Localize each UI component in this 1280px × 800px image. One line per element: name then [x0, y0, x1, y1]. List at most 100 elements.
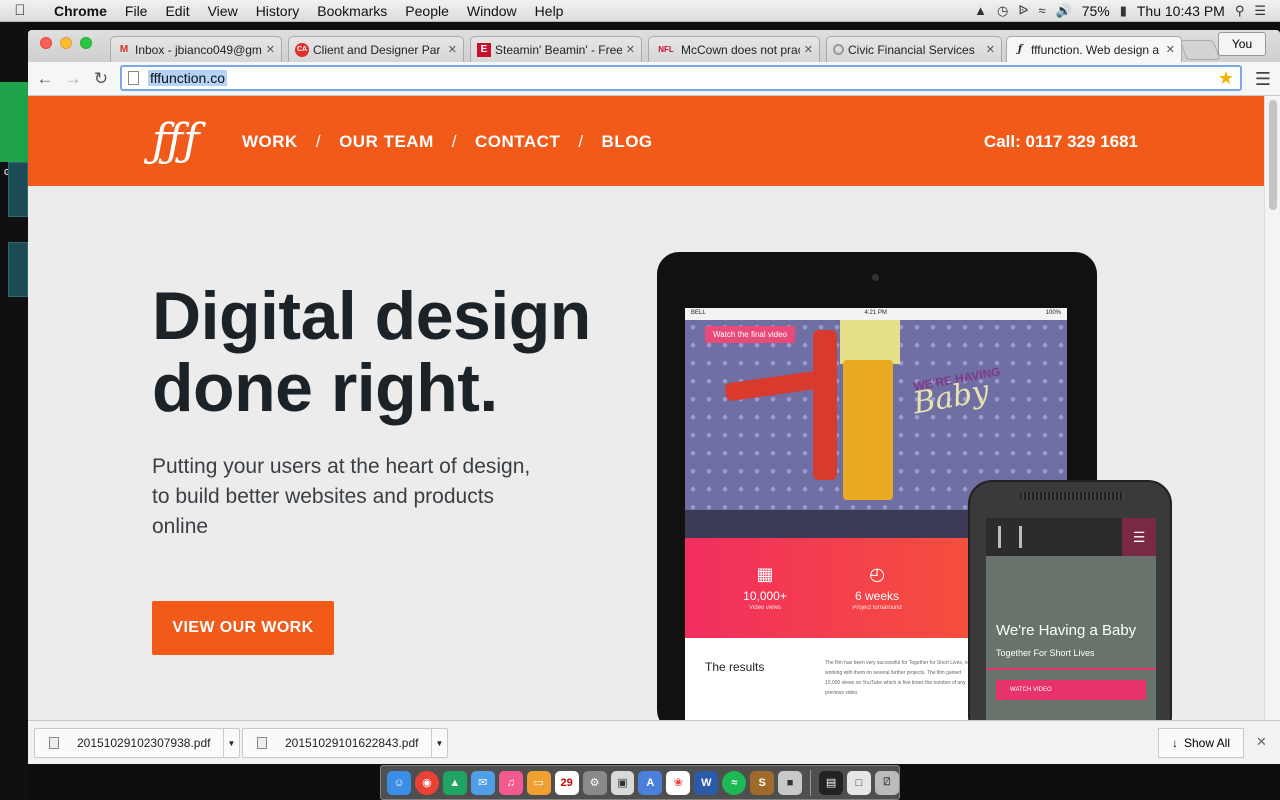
- image-capture-icon[interactable]: ■: [778, 770, 803, 795]
- tab-nfl[interactable]: NFL McCown does not pract ✕: [648, 36, 820, 62]
- browser-toolbar: ← → ↻ fffunction.co ★ ☰: [28, 62, 1280, 96]
- menu-file[interactable]: File: [116, 3, 157, 19]
- new-tab-button[interactable]: [1179, 40, 1221, 60]
- tab-client-designer[interactable]: CA Client and Designer Par ✕: [288, 36, 464, 62]
- battery-percent[interactable]: 75%: [1082, 3, 1110, 19]
- spotlight-search-icon[interactable]: ⚲: [1235, 3, 1245, 19]
- scrollbar-thumb[interactable]: [1269, 100, 1277, 210]
- chrome-menu-icon[interactable]: ☰: [1252, 69, 1274, 89]
- download-shelf: 20151029102307938.pdf ▼ 2015102910162284…: [28, 720, 1280, 764]
- notification-center-icon[interactable]: ☰: [1254, 3, 1266, 19]
- menu-window[interactable]: Window: [458, 3, 526, 19]
- download-options-chevron-icon[interactable]: ▼: [223, 729, 239, 757]
- tab-civic-financial[interactable]: Civic Financial Services ✕: [826, 36, 1002, 62]
- wifi-icon[interactable]: ≈: [1038, 3, 1045, 18]
- nav-our-team-link[interactable]: OUR TEAM: [339, 132, 434, 152]
- terminal-window-icon[interactable]: ▤: [819, 770, 843, 795]
- close-tab-icon[interactable]: ✕: [1166, 43, 1175, 56]
- system-preferences-icon[interactable]: ⚙: [582, 770, 607, 795]
- phone-mockup: ☰ We're Having a Baby Together For Short…: [968, 480, 1172, 720]
- tab-strip: M Inbox - jbianco049@gm ✕ CA Client and …: [28, 30, 1280, 62]
- watch-final-video-tag: Watch the final video: [705, 326, 795, 343]
- itunes-icon[interactable]: ♫: [498, 770, 523, 795]
- address-url[interactable]: fffunction.co: [148, 70, 227, 86]
- fullscreen-window-button[interactable]: [80, 37, 92, 49]
- menu-app-chrome[interactable]: Chrome: [40, 3, 116, 19]
- page-icon: [128, 71, 139, 85]
- profile-button[interactable]: You: [1218, 32, 1266, 56]
- site-header: ƒƒƒ WORK / OUR TEAM / CONTACT / BLOG Cal…: [28, 96, 1264, 186]
- close-window-button[interactable]: [40, 37, 52, 49]
- gmail-icon: M: [119, 44, 129, 55]
- close-tab-icon[interactable]: ✕: [266, 43, 275, 56]
- page-scrollbar[interactable]: [1264, 96, 1280, 720]
- close-tab-icon[interactable]: ✕: [804, 43, 813, 56]
- phone-divider: [986, 668, 1156, 670]
- nav-work-link[interactable]: WORK: [242, 132, 298, 152]
- menu-edit[interactable]: Edit: [156, 3, 198, 19]
- bluetooth-icon[interactable]: ᐉ: [1018, 3, 1028, 19]
- tab-title: Inbox - jbianco049@gm: [135, 42, 262, 57]
- hero-heading-line: Digital design: [152, 278, 591, 354]
- battery-icon[interactable]: ▮: [1120, 3, 1127, 19]
- clock[interactable]: Thu 10:43 PM: [1137, 3, 1225, 19]
- bookmark-star-icon[interactable]: ★: [1218, 68, 1234, 89]
- menu-history[interactable]: History: [247, 3, 309, 19]
- apple-menu-icon[interactable]: : [0, 2, 40, 19]
- menu-people[interactable]: People: [396, 3, 458, 19]
- address-bar[interactable]: fffunction.co ★: [120, 65, 1242, 91]
- menu-bookmarks[interactable]: Bookmarks: [308, 3, 396, 19]
- tab-title: fffunction. Web design a: [1031, 42, 1160, 57]
- photos-icon[interactable]: ❀: [666, 770, 691, 795]
- time-machine-icon[interactable]: ◷: [997, 3, 1008, 19]
- phone-number-link[interactable]: Call: 0117 329 1681: [984, 132, 1138, 152]
- download-item[interactable]: 20151029101622843.pdf ▼: [242, 728, 448, 758]
- close-download-shelf-icon[interactable]: ✕: [1256, 734, 1267, 750]
- menu-help[interactable]: Help: [526, 3, 573, 19]
- volume-icon[interactable]: 🔊: [1056, 3, 1072, 19]
- nfl-icon: NFL: [658, 45, 674, 54]
- chrome-icon[interactable]: ◉: [414, 770, 439, 795]
- preview-icon[interactable]: ▣: [610, 770, 635, 795]
- reload-icon[interactable]: ↻: [90, 68, 112, 90]
- nav-contact-link[interactable]: CONTACT: [475, 132, 560, 152]
- show-all-downloads-button[interactable]: ↓ Show All: [1158, 728, 1244, 758]
- menu-view[interactable]: View: [199, 3, 247, 19]
- view-our-work-button[interactable]: VIEW OUR WORK: [152, 601, 334, 655]
- download-item[interactable]: 20151029102307938.pdf ▼: [34, 728, 240, 758]
- window-controls: [40, 37, 92, 49]
- tab-espn[interactable]: E Steamin' Beamin' - Free ✕: [470, 36, 642, 62]
- hero-subheading: Putting your users at the heart of desig…: [152, 455, 531, 538]
- close-tab-icon[interactable]: ✕: [448, 43, 457, 56]
- page-viewport: ƒƒƒ WORK / OUR TEAM / CONTACT / BLOG Cal…: [28, 96, 1264, 720]
- word-icon[interactable]: W: [694, 770, 719, 795]
- stat-value: 6 weeks: [854, 589, 900, 603]
- minimize-window-button[interactable]: [60, 37, 72, 49]
- trash-icon[interactable]: ⍁: [874, 770, 899, 795]
- status-time: 4:21 PM: [864, 310, 887, 316]
- tab-gmail[interactable]: M Inbox - jbianco049@gm ✕: [110, 36, 282, 62]
- phone-watch-video-button: WATCH VIDEO: [996, 680, 1146, 700]
- fffunction-logo[interactable]: ƒƒƒ: [152, 114, 199, 168]
- folder-stack-icon[interactable]: □: [847, 770, 871, 795]
- hero-heading: Digital design done right.: [152, 280, 632, 424]
- app-store-icon[interactable]: A: [638, 770, 663, 795]
- messages-icon[interactable]: ✉: [470, 770, 495, 795]
- tab-fffunction[interactable]: ƒ fffunction. Web design a ✕: [1006, 36, 1182, 62]
- back-arrow-icon[interactable]: ←: [34, 68, 56, 90]
- google-drive-icon[interactable]: ▲: [442, 770, 467, 795]
- download-options-chevron-icon[interactable]: ▼: [431, 729, 447, 757]
- google-drive-icon[interactable]: ▲: [974, 3, 987, 18]
- spotify-icon[interactable]: ≈: [722, 770, 747, 795]
- sublime-text-icon[interactable]: S: [750, 770, 775, 795]
- forward-arrow-icon[interactable]: →: [62, 68, 84, 90]
- close-tab-icon[interactable]: ✕: [986, 43, 995, 56]
- nav-blog-link[interactable]: BLOG: [602, 132, 653, 152]
- stat-turnaround: ◴ 6 weeks Project turnaround: [817, 564, 937, 611]
- ibooks-icon[interactable]: ▭: [526, 770, 551, 795]
- clock-icon: ◴: [869, 564, 885, 584]
- close-tab-icon[interactable]: ✕: [626, 43, 635, 56]
- finder-icon[interactable]: ☺: [387, 770, 411, 795]
- calendar-icon[interactable]: 29: [554, 770, 579, 795]
- status-battery: 100%: [1045, 310, 1061, 316]
